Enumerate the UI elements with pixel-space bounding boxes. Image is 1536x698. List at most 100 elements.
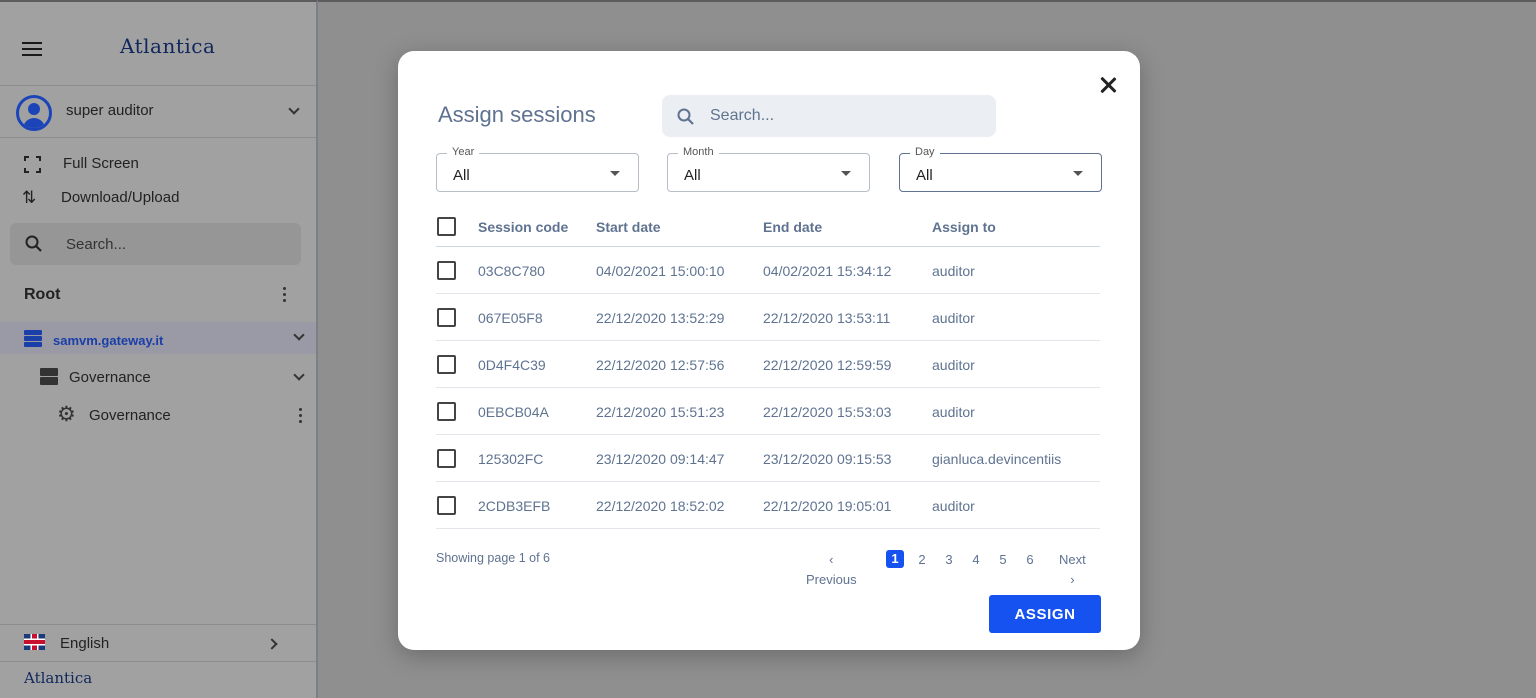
year-select[interactable]: Year All [436,146,639,192]
table-row[interactable]: 2CDB3EFB 22/12/2020 18:52:02 22/12/2020 … [436,482,1100,529]
avatar-icon [16,95,52,131]
dropdown-arrow-icon [841,171,851,176]
end-date: 04/02/2021 15:34:12 [763,263,892,279]
page-button-6[interactable]: 6 [1021,550,1039,570]
assign-to: auditor [932,263,975,279]
footer-logo: Atlantica [24,669,93,687]
root-label: Root [24,286,61,303]
day-select-label: Day [910,146,940,158]
page-button-2[interactable]: 2 [913,550,931,570]
column-header[interactable]: Start date [596,219,661,235]
full-screen-item[interactable]: Full Screen [0,149,316,179]
row-checkbox[interactable] [437,496,456,515]
month-select[interactable]: Month All [667,146,870,192]
hamburger-menu-icon[interactable] [22,42,42,58]
next-label: Next [1059,552,1086,567]
more-vert-icon[interactable] [283,287,287,305]
assign-to: auditor [932,310,975,326]
day-select[interactable]: Day All [899,146,1102,192]
session-code: 0D4F4C39 [478,357,546,373]
language-selector[interactable]: English [0,624,316,662]
server-icon [24,330,42,348]
page-button-3[interactable]: 3 [940,550,958,570]
fullscreen-icon [24,156,41,173]
session-code: 2CDB3EFB [478,498,551,514]
table-row[interactable]: 0D4F4C39 22/12/2020 12:57:56 22/12/2020 … [436,341,1100,388]
end-date: 23/12/2020 09:15:53 [763,451,892,467]
start-date: 23/12/2020 09:14:47 [596,451,725,467]
column-header[interactable]: Assign to [932,219,996,235]
dialog-search [662,95,996,137]
more-vert-icon[interactable] [299,408,303,426]
user-menu[interactable]: super auditor [0,86,316,138]
search-input[interactable] [708,95,988,137]
assign-sessions-dialog: Assign sessions Year All Month All Day A… [398,51,1140,650]
start-date: 22/12/2020 12:57:56 [596,357,725,373]
session-code: 0EBCB04A [478,404,549,420]
table-header: Session code Start date End date Assign … [436,211,1100,247]
sessions-table: Session code Start date End date Assign … [436,211,1100,529]
dropdown-arrow-icon [610,171,620,176]
table-row[interactable]: 125302FC 23/12/2020 09:14:47 23/12/2020 … [436,435,1100,482]
governance-item-label: Governance [89,407,171,424]
page-status: Showing page 1 of 6 [436,551,550,565]
search-icon [677,108,694,125]
page-button-4[interactable]: 4 [967,550,985,570]
next-page-button[interactable]: Next › [1059,550,1086,587]
chevron-down-icon[interactable] [293,369,305,381]
chevron-left-icon: ‹ [829,552,834,567]
previous-label: Previous [806,572,857,587]
gear-icon: ⚙ [57,403,76,426]
start-date: 04/02/2021 15:00:10 [596,263,725,279]
end-date: 22/12/2020 15:53:03 [763,404,892,420]
assign-to: auditor [932,498,975,514]
start-date: 22/12/2020 15:51:23 [596,404,725,420]
year-select-label: Year [447,146,480,158]
previous-page-button[interactable]: ‹ Previous [806,550,857,587]
tree-item-governance-group[interactable]: Governance [0,362,316,394]
row-checkbox[interactable] [437,261,456,280]
end-date: 22/12/2020 13:53:11 [763,310,891,326]
row-checkbox[interactable] [437,449,456,468]
month-select-value: All [684,167,701,184]
table-row[interactable]: 067E05F8 22/12/2020 13:52:29 22/12/2020 … [436,294,1100,341]
tree-item-governance[interactable]: ⚙ Governance [0,400,316,432]
select-all-checkbox[interactable] [437,217,456,236]
table-row[interactable]: 03C8C780 04/02/2021 15:00:10 04/02/2021 … [436,247,1100,294]
tree-item-gateway[interactable]: samvm.gateway.it [0,322,316,354]
app-logo: Atlantica [120,34,216,58]
page-button-1[interactable]: 1 [886,550,904,568]
year-select-value: All [453,167,470,184]
day-select-value: All [916,167,933,184]
user-name: super auditor [66,102,154,119]
session-code: 03C8C780 [478,263,545,279]
row-checkbox[interactable] [437,402,456,421]
sidebar-search-placeholder: Search... [66,236,127,253]
start-date: 22/12/2020 18:52:02 [596,498,725,514]
session-code: 067E05F8 [478,310,543,326]
month-select-label: Month [678,146,719,158]
chevron-right-icon: › [1070,572,1075,587]
row-checkbox[interactable] [437,308,456,327]
sidebar: Atlantica super auditor Full Screen ⇅ Do… [0,0,318,698]
swap-vertical-icon: ⇅ [22,188,37,207]
search-icon [25,235,42,252]
session-code: 125302FC [478,451,544,467]
download-upload-item[interactable]: ⇅ Download/Upload [0,183,316,213]
table-row[interactable]: 0EBCB04A 22/12/2020 15:51:23 22/12/2020 … [436,388,1100,435]
chevron-down-icon[interactable] [293,329,305,341]
chevron-right-icon [266,638,278,650]
column-header[interactable]: Session code [478,219,568,235]
language-label: English [60,635,110,652]
page-button-5[interactable]: 5 [994,550,1012,570]
assign-to: auditor [932,404,975,420]
column-header[interactable]: End date [763,219,822,235]
dropdown-arrow-icon [1073,171,1083,176]
close-icon[interactable] [1098,75,1118,95]
assign-to: gianluca.devincentiis [932,451,1062,467]
sidebar-search-input[interactable]: Search... [10,223,301,265]
full-screen-label: Full Screen [63,155,139,172]
assign-button[interactable]: ASSIGN [989,595,1101,633]
row-checkbox[interactable] [437,355,456,374]
storage-icon [40,368,58,386]
